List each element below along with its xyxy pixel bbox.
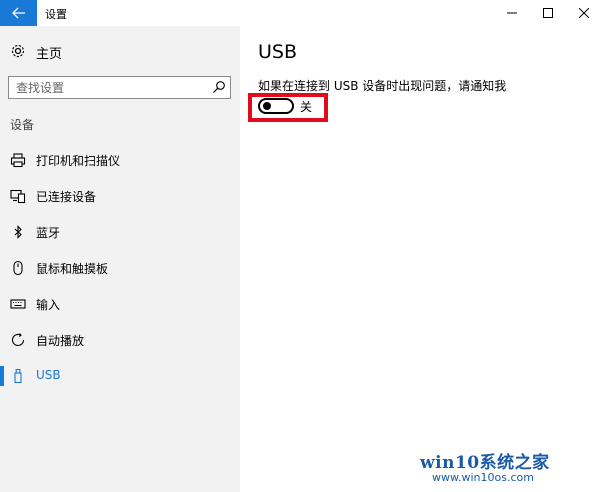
usb-notify-toggle[interactable] (258, 98, 294, 114)
close-icon (579, 8, 589, 18)
window-title: 设置 (45, 8, 67, 21)
maximize-icon (543, 8, 553, 18)
connected-devices-icon (10, 189, 26, 204)
autoplay-icon (11, 333, 25, 346)
sidebar-item-home[interactable]: 主页 (0, 38, 240, 64)
sidebar-item-label: 已连接设备 (36, 190, 97, 204)
back-arrow-icon (11, 7, 25, 19)
home-label: 主页 (36, 47, 63, 62)
sidebar-item-autoplay[interactable]: 自动播放 (0, 322, 240, 358)
minimize-button[interactable] (494, 0, 530, 26)
active-indicator (0, 366, 4, 386)
sidebar-item-label: 输入 (36, 298, 61, 312)
watermark-logo: win10系统之家 (420, 453, 550, 473)
usb-icon (14, 368, 22, 384)
watermark-url: www.win10os.com (432, 471, 534, 484)
page-title: USB (258, 41, 298, 63)
search-icon[interactable] (212, 80, 226, 94)
sidebar-item-label: 鼠标和触摸板 (36, 262, 109, 276)
toggle-state-label: 关 (300, 100, 313, 114)
sidebar-item-mouse-touchpad[interactable]: 鼠标和触摸板 (0, 250, 240, 286)
sidebar-item-label: USB (36, 368, 61, 382)
bluetooth-icon (14, 225, 22, 239)
search-input[interactable] (9, 77, 204, 98)
section-label-devices: 设备 (10, 118, 35, 132)
sidebar-item-label: 蓝牙 (36, 226, 61, 240)
sidebar: 主页 设备 打印机和扫描仪 已连接设备 蓝牙 (0, 26, 240, 492)
toggle-knob (263, 102, 271, 110)
sidebar-item-usb[interactable]: USB (0, 358, 240, 394)
close-button[interactable] (566, 0, 600, 26)
printer-icon (10, 153, 26, 168)
minimize-icon (507, 12, 517, 14)
sidebar-item-connected-devices[interactable]: 已连接设备 (0, 178, 240, 214)
sidebar-item-label: 打印机和扫描仪 (36, 154, 121, 168)
sidebar-item-bluetooth[interactable]: 蓝牙 (0, 214, 240, 250)
main-content: USB 如果在连接到 USB 设备时出现问题，请通知我 关 (240, 26, 600, 492)
back-button[interactable] (0, 0, 37, 26)
mouse-icon (13, 260, 23, 276)
sidebar-item-label: 自动播放 (36, 334, 85, 348)
title-bar: 设置 (0, 0, 600, 26)
sidebar-item-printers[interactable]: 打印机和扫描仪 (0, 142, 240, 178)
gear-icon (11, 44, 25, 58)
maximize-button[interactable] (530, 0, 566, 26)
search-box (8, 76, 231, 99)
usb-notify-description: 如果在连接到 USB 设备时出现问题，请通知我 (258, 79, 507, 93)
sidebar-item-typing[interactable]: 输入 (0, 286, 240, 322)
keyboard-icon (10, 299, 26, 309)
